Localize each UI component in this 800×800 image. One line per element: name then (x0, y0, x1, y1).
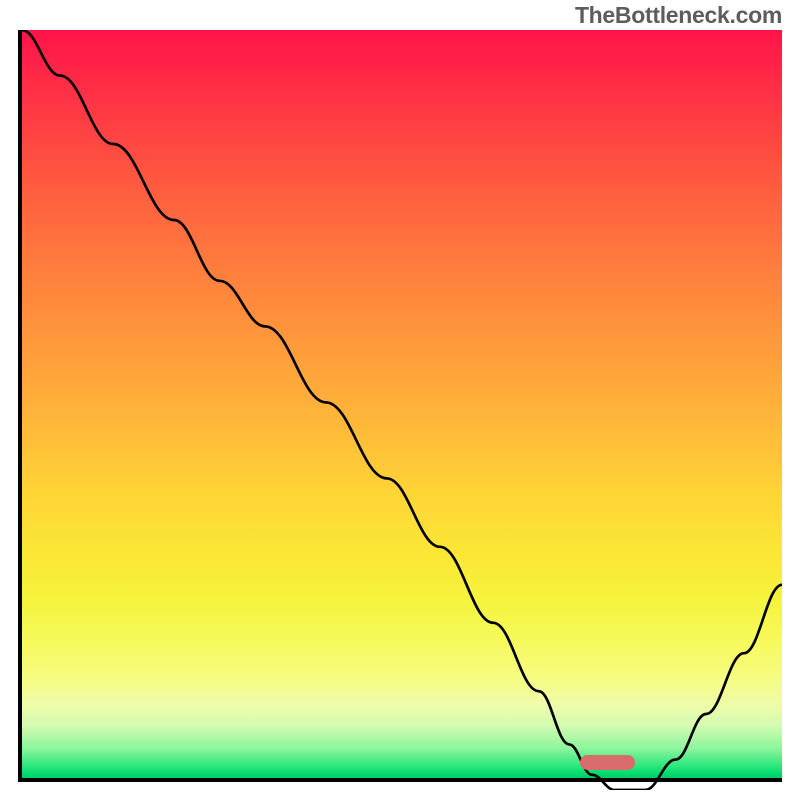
optimum-marker (580, 755, 635, 770)
watermark-text: TheBottleneck.com (575, 2, 782, 29)
chart-plot-area (18, 30, 782, 782)
curve-line (22, 30, 782, 790)
